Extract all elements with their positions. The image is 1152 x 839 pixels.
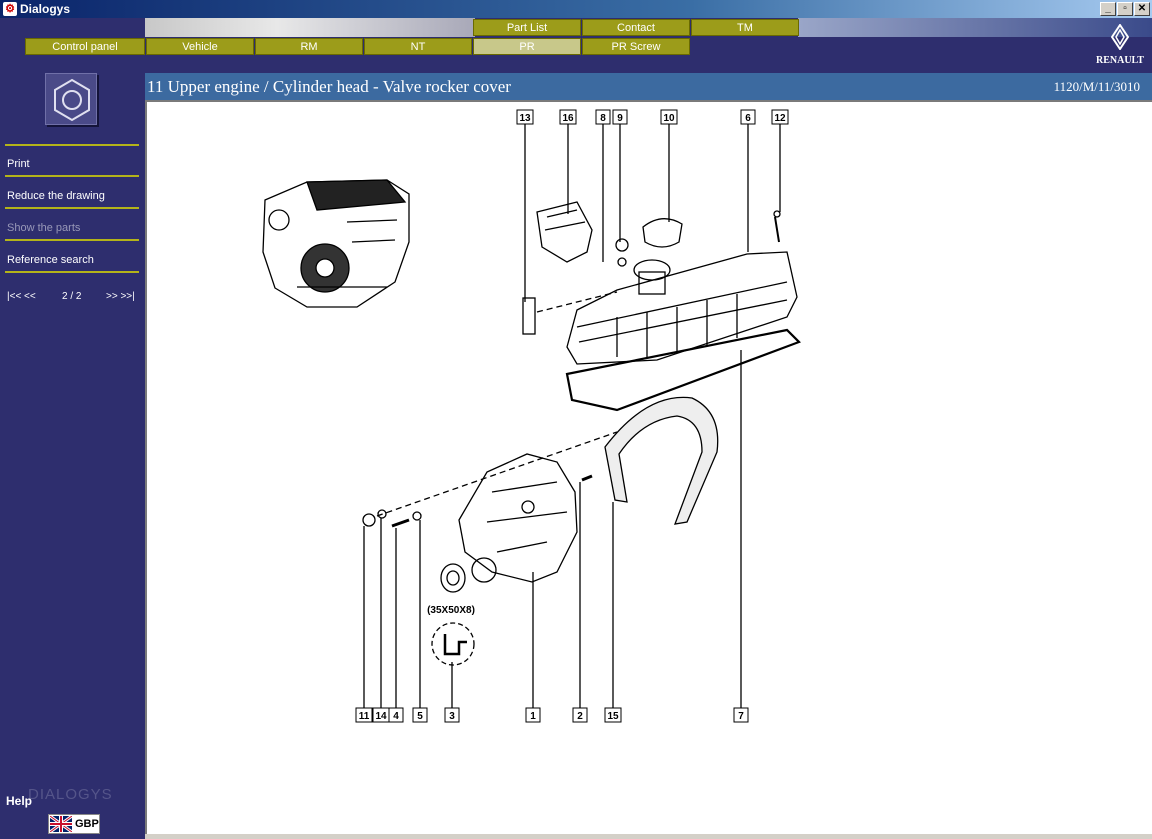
tab-contact[interactable]: Contact — [582, 19, 690, 36]
uk-flag-icon — [50, 816, 72, 832]
brand-name: RENAULT — [1096, 55, 1144, 66]
callout-14[interactable]: 14 — [372, 707, 390, 723]
callout-9[interactable]: 9 — [612, 109, 628, 125]
top-navigation: Part List Contact TM Control panel Vehic… — [0, 18, 1152, 73]
svg-text:9: 9 — [617, 113, 623, 124]
callout-2[interactable]: 2 — [572, 707, 588, 723]
currency-selector[interactable]: GBP — [48, 814, 100, 834]
page-header: 11 Upper engine / Cylinder head - Valve … — [145, 73, 1152, 100]
sidebar: Print Reduce the drawing Show the parts … — [0, 73, 145, 839]
window-titlebar: ⚙ Dialogys _ ▫ ✕ — [0, 0, 1152, 18]
engine-overview-illustration — [262, 179, 410, 308]
svg-text:15: 15 — [607, 711, 619, 722]
tab-nt[interactable]: NT — [364, 38, 472, 55]
svg-text:13: 13 — [519, 113, 531, 124]
callout-4[interactable]: 4 — [388, 707, 404, 723]
callout-5[interactable]: 5 — [412, 707, 428, 723]
print-button[interactable]: Print — [5, 158, 139, 170]
app-icon: ⚙ — [3, 2, 17, 16]
dialogys-watermark: DIALOGYS — [28, 786, 113, 803]
timing-cover-part — [458, 453, 578, 583]
svg-text:4: 4 — [393, 711, 399, 722]
svg-text:2: 2 — [577, 711, 583, 722]
callout-15[interactable]: 15 — [604, 707, 622, 723]
window-title: Dialogys — [20, 2, 71, 16]
callout-13[interactable]: 13 — [516, 109, 534, 125]
svg-text:10: 10 — [663, 113, 675, 124]
pager-next-last[interactable]: >> >>| — [106, 291, 135, 302]
help-link[interactable]: Help — [6, 794, 32, 808]
page-title: 11 Upper engine / Cylinder head - Valve … — [147, 77, 511, 96]
separator — [5, 207, 139, 209]
tab-control-panel[interactable]: Control panel — [25, 38, 145, 55]
seal-size-label: (35X50X8) — [427, 605, 475, 616]
separator — [5, 175, 139, 177]
svg-text:12: 12 — [774, 113, 786, 124]
callout-7[interactable]: 7 — [733, 707, 749, 723]
page-reference: 1120/M/11/3010 — [1053, 79, 1140, 94]
nut-part-icon — [45, 73, 97, 125]
svg-text:1: 1 — [530, 711, 536, 722]
svg-text:16: 16 — [562, 113, 574, 124]
svg-text:3: 3 — [449, 711, 455, 722]
svg-text:6: 6 — [745, 113, 751, 124]
callout-10[interactable]: 10 — [660, 109, 678, 125]
tab-part-list[interactable]: Part List — [473, 19, 581, 36]
tab-pr[interactable]: PR — [473, 38, 581, 55]
renault-logo: RENAULT — [1094, 23, 1146, 68]
tab-pr-screw[interactable]: PR Screw — [582, 38, 690, 55]
pager-first-prev[interactable]: |<< << — [7, 291, 36, 302]
page-indicator: 2 / 2 — [62, 291, 82, 302]
close-button[interactable]: ✕ — [1134, 2, 1150, 16]
reduce-drawing-button[interactable]: Reduce the drawing — [5, 190, 139, 202]
svg-text:7: 7 — [738, 711, 744, 722]
separator — [5, 239, 139, 241]
separator — [5, 144, 139, 146]
status-strip — [145, 834, 1152, 839]
separator — [5, 271, 139, 273]
belt-guard-part — [604, 396, 719, 525]
callout-8[interactable]: 8 — [595, 109, 611, 125]
seal-detail-circle — [431, 622, 475, 666]
show-parts-button[interactable]: Show the parts — [5, 222, 139, 234]
svg-text:5: 5 — [417, 711, 423, 722]
callout-3[interactable]: 3 — [444, 707, 460, 723]
minimize-button[interactable]: _ — [1100, 2, 1116, 16]
svg-text:8: 8 — [600, 113, 606, 124]
currency-label: GBP — [75, 818, 99, 830]
callout-6[interactable]: 6 — [740, 109, 756, 125]
callout-1[interactable]: 1 — [525, 707, 541, 723]
exploded-view-drawing[interactable]: 13 16 8 9 10 6 12 11 14 4 5 3 1 2 15 7 (… — [145, 100, 1152, 834]
callout-12[interactable]: 12 — [771, 109, 789, 125]
renault-diamond-icon — [1110, 23, 1130, 51]
exploded-view-svg: 13 16 8 9 10 6 12 11 14 4 5 3 1 2 15 7 (… — [262, 109, 801, 723]
svg-text:11: 11 — [359, 711, 370, 722]
tab-vehicle[interactable]: Vehicle — [146, 38, 254, 55]
reference-search-button[interactable]: Reference search — [5, 254, 139, 266]
valve-rocker-cover-part — [566, 218, 798, 365]
svg-text:14: 14 — [375, 711, 387, 722]
callout-11[interactable]: 11 — [355, 707, 373, 723]
tab-rm[interactable]: RM — [255, 38, 363, 55]
callout-16[interactable]: 16 — [559, 109, 577, 125]
tab-tm[interactable]: TM — [691, 19, 799, 36]
restore-button[interactable]: ▫ — [1117, 2, 1133, 16]
banner-image — [145, 18, 475, 37]
